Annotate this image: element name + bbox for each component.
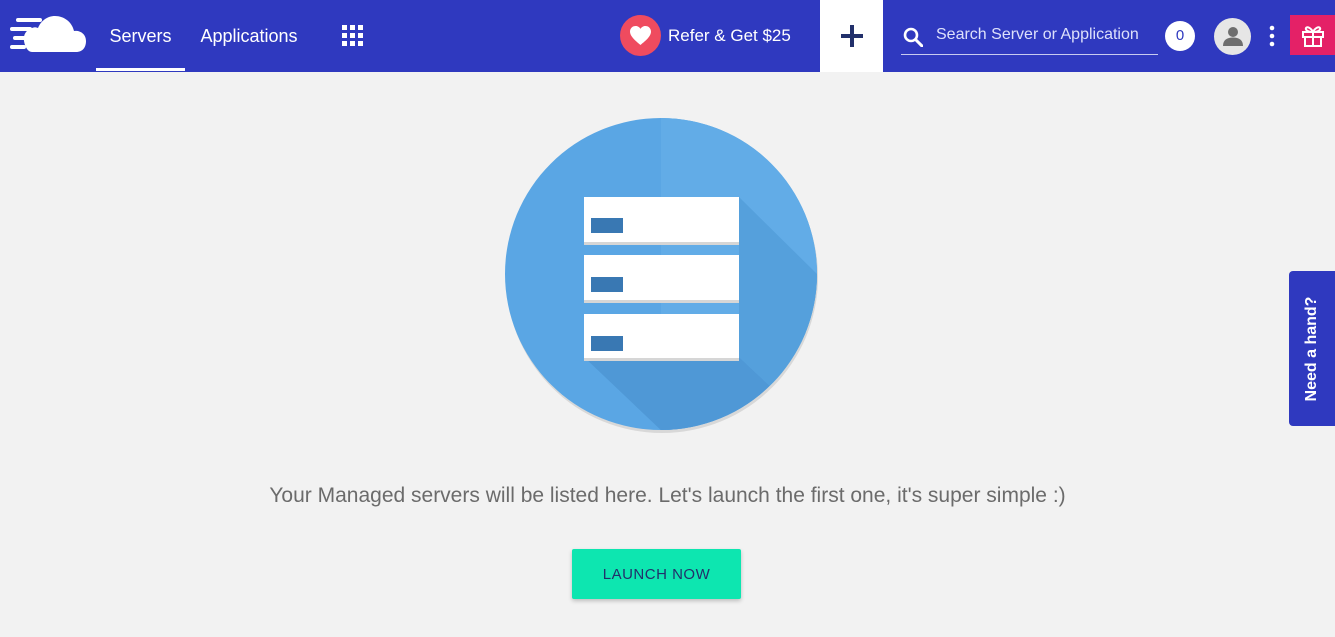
- notification-count-badge[interactable]: 0: [1165, 21, 1195, 51]
- server-rack-3: [584, 314, 739, 361]
- heart-badge: [620, 15, 661, 56]
- nav-applications-label: Applications: [200, 26, 298, 46]
- servers-illustration: [505, 118, 818, 433]
- server-rack-2: [584, 255, 739, 303]
- search-icon[interactable]: [903, 27, 923, 47]
- avatar[interactable]: [1214, 18, 1251, 55]
- server-rack-1: [584, 197, 739, 245]
- need-help-tab[interactable]: Need a hand?: [1289, 271, 1335, 426]
- grid-icon[interactable]: [342, 25, 364, 47]
- user-icon: [1223, 27, 1243, 46]
- more-vertical-icon[interactable]: [1262, 24, 1282, 48]
- nav-servers-label: Servers: [109, 26, 172, 46]
- heart-icon: [630, 25, 651, 46]
- nav-servers[interactable]: Servers: [96, 0, 185, 72]
- cloud-logo-icon[interactable]: [10, 14, 86, 54]
- nav-applications[interactable]: Applications: [190, 0, 308, 72]
- add-button[interactable]: [820, 0, 883, 72]
- refer-label: Refer & Get $25: [668, 26, 791, 45]
- plus-icon: [841, 25, 863, 47]
- search-bar: [901, 18, 1160, 55]
- gift-button[interactable]: [1290, 15, 1335, 55]
- search-input[interactable]: [934, 20, 1160, 50]
- top-navbar: Servers Applications Refer & Get $25 Sea…: [0, 0, 1335, 72]
- gift-icon: [1302, 26, 1324, 47]
- launch-now-button[interactable]: LAUNCH NOW: [572, 549, 741, 599]
- active-tab-indicator: [96, 68, 185, 71]
- need-help-label: Need a hand?: [1303, 296, 1320, 401]
- empty-state-message: Your Managed servers will be listed here…: [269, 484, 1066, 507]
